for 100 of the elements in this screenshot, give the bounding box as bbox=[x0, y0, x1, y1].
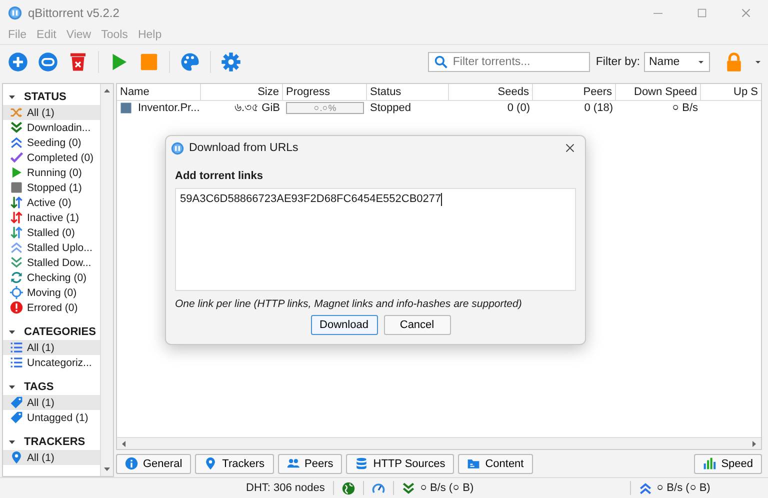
collapse-arrow-icon[interactable] bbox=[8, 382, 16, 390]
sidebar-item[interactable]: Active (0) bbox=[3, 195, 100, 210]
dht-status: DHT: 306 nodes bbox=[246, 482, 325, 494]
stop-icon bbox=[10, 181, 23, 194]
sidebar-item[interactable]: Stalled Uplo... bbox=[3, 240, 100, 255]
tab-button[interactable]: Content bbox=[458, 454, 533, 474]
dialog-button[interactable]: Cancel bbox=[384, 315, 450, 335]
speed-button[interactable]: Speed bbox=[694, 454, 762, 474]
scroll-right-icon[interactable] bbox=[750, 440, 758, 448]
tab-button[interactable]: Peers bbox=[278, 454, 342, 474]
dialog-title: Download from URLs bbox=[189, 142, 298, 154]
search-field[interactable]: Filter torrents... bbox=[428, 52, 590, 72]
sidebar-item[interactable]: Moving (0) bbox=[3, 285, 100, 300]
sidebar-item[interactable]: Stalled (0) bbox=[3, 225, 100, 240]
sidebar-item[interactable]: Seeding (0) bbox=[3, 135, 100, 150]
progress-bar: ০.০% bbox=[286, 102, 364, 114]
collapse-arrow-icon[interactable] bbox=[8, 92, 16, 100]
globe-icon[interactable] bbox=[342, 482, 355, 494]
dialog-button[interactable]: Download bbox=[310, 315, 378, 335]
maximize-icon[interactable] bbox=[696, 7, 708, 19]
sidebar-item[interactable]: All (1) bbox=[3, 105, 100, 120]
add-icon[interactable] bbox=[8, 52, 28, 72]
refresh-icon bbox=[10, 271, 23, 284]
column-header[interactable]: Status bbox=[367, 84, 449, 100]
table-cell: Inventor.Pr... bbox=[138, 102, 200, 114]
tab-button[interactable]: HTTP Sources bbox=[346, 454, 454, 474]
section-title[interactable]: TRACKERS bbox=[24, 436, 86, 448]
pin-icon bbox=[10, 451, 23, 464]
filter-label: Filter by: bbox=[596, 56, 640, 68]
download-speed: ০ B/s (০ B) bbox=[420, 480, 474, 496]
file-icon bbox=[120, 102, 132, 114]
checkmark-icon bbox=[10, 151, 23, 164]
scrollbar[interactable] bbox=[117, 437, 761, 449]
double-chevron-down-icon bbox=[402, 482, 415, 494]
sidebar-item[interactable]: Uncategoriz... bbox=[3, 355, 100, 370]
scroll-left-icon[interactable] bbox=[120, 440, 128, 448]
scroll-up-icon[interactable] bbox=[103, 87, 111, 95]
column-header[interactable]: Seeds bbox=[449, 84, 533, 100]
double-chevron-up-icon bbox=[638, 482, 652, 494]
sidebar-item[interactable]: Errored (0) bbox=[3, 300, 100, 315]
database-icon bbox=[355, 457, 368, 470]
collapse-arrow-icon[interactable] bbox=[8, 438, 16, 446]
section-title[interactable]: STATUS bbox=[24, 90, 66, 102]
caret-icon bbox=[697, 58, 705, 66]
section-title[interactable]: TAGS bbox=[24, 380, 54, 392]
column-header[interactable]: Peers bbox=[533, 84, 616, 100]
sidebar-item[interactable]: Checking (0) bbox=[3, 270, 100, 285]
shuffle-icon bbox=[10, 106, 23, 119]
caret-icon[interactable] bbox=[754, 58, 762, 66]
sidebar-item[interactable]: All (1) bbox=[3, 340, 100, 355]
list-icon bbox=[10, 341, 23, 354]
settings-icon[interactable] bbox=[221, 52, 241, 72]
sidebar-item[interactable]: Completed (0) bbox=[3, 150, 100, 165]
table-cell-text: ৬.৩৫ GiB bbox=[234, 101, 281, 115]
filter-dropdown[interactable]: Name bbox=[644, 52, 710, 72]
tab-button[interactable]: General bbox=[116, 454, 192, 474]
arrows-icon bbox=[10, 196, 23, 209]
column-header[interactable]: Name bbox=[117, 84, 201, 100]
column-header[interactable]: Progress bbox=[283, 84, 367, 100]
scrollbar[interactable] bbox=[100, 84, 113, 476]
sidebar-item[interactable]: All (1) bbox=[3, 450, 100, 465]
error-icon bbox=[10, 301, 23, 314]
links-field[interactable]: 59A3C6D58866723AE93F2D68FC6454E552CB0277 bbox=[175, 188, 576, 291]
section-title[interactable]: CATEGORIES bbox=[24, 326, 96, 338]
close-icon[interactable] bbox=[564, 142, 576, 154]
tag-icon bbox=[10, 396, 23, 409]
list-icon bbox=[10, 356, 23, 369]
arrows-icon bbox=[10, 211, 23, 224]
field-label: Add torrent links bbox=[175, 170, 264, 182]
window-title: qBittorrent v5.2.2 bbox=[28, 6, 120, 20]
play-icon bbox=[10, 166, 23, 179]
people-icon bbox=[286, 457, 300, 470]
app-logo-icon bbox=[8, 6, 22, 20]
sidebar-item[interactable]: Stalled Dow... bbox=[3, 255, 100, 270]
trash-icon[interactable] bbox=[68, 52, 88, 72]
column-header[interactable]: Up S bbox=[701, 84, 761, 100]
table-cell-text: 0 (18) bbox=[583, 101, 614, 115]
sidebar-item[interactable]: Untagged (1) bbox=[3, 410, 100, 425]
tab-button[interactable]: Trackers bbox=[195, 454, 274, 474]
collapse-arrow-icon[interactable] bbox=[8, 328, 16, 336]
double-chevron-down-icon bbox=[10, 121, 23, 134]
speedometer-icon[interactable] bbox=[372, 482, 385, 494]
bar-chart-icon bbox=[703, 457, 716, 470]
table-cell-text: Stopped bbox=[369, 101, 412, 115]
upload-speed: ০ B/s (০ B) bbox=[656, 480, 710, 496]
column-header[interactable]: Size bbox=[201, 84, 283, 100]
table-cell-text: ০ B/s bbox=[671, 101, 699, 115]
sidebar-item[interactable]: Downloadin... bbox=[3, 120, 100, 135]
arrows-icon bbox=[10, 226, 23, 239]
hint-text: One link per line (HTTP links, Magnet links and info-hashes are supported) bbox=[175, 298, 523, 310]
scroll-down-icon[interactable] bbox=[103, 465, 111, 473]
palette-icon[interactable] bbox=[180, 52, 200, 72]
tag-icon bbox=[10, 411, 23, 424]
sidebar-item[interactable]: Stopped (1) bbox=[3, 180, 100, 195]
column-header[interactable]: Down Speed bbox=[616, 84, 701, 100]
sidebar-item[interactable]: All (1) bbox=[3, 395, 100, 410]
sidebar-item[interactable]: Inactive (1) bbox=[3, 210, 100, 225]
pin-icon bbox=[204, 457, 218, 470]
sidebar-item[interactable]: Running (0) bbox=[3, 165, 100, 180]
double-chevron-up-icon bbox=[10, 241, 23, 254]
